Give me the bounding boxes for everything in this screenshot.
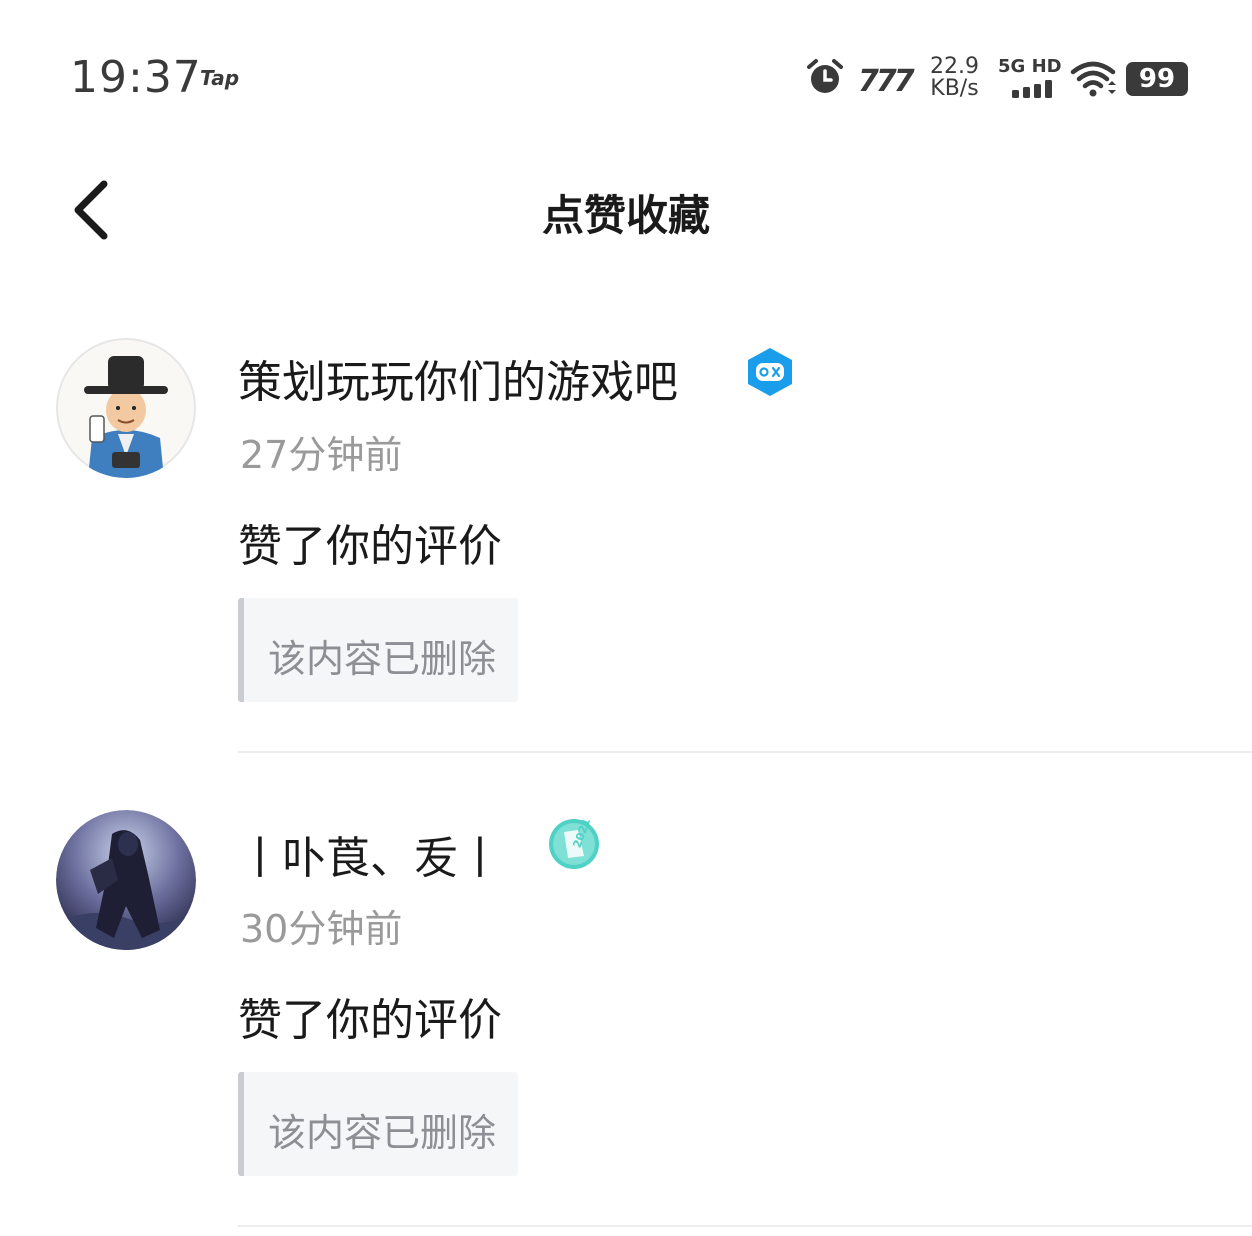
quoted-content[interactable]: 该内容已删除 — [238, 598, 518, 702]
divider — [238, 1225, 1252, 1227]
avatar[interactable] — [56, 338, 196, 478]
battery-icon: 99 — [1126, 62, 1188, 96]
carrier-logo: 777 — [858, 64, 915, 99]
tap-app-icon: Tap — [200, 66, 240, 90]
username[interactable]: 丨卟莨、叐丨 — [238, 822, 502, 886]
divider — [238, 751, 1252, 753]
status-time: 19:37 — [70, 52, 202, 103]
quoted-content-text: 该内容已删除 — [268, 637, 497, 681]
timestamp: 30分钟前 — [240, 907, 403, 951]
gamepad-badge-icon — [748, 348, 792, 396]
avatar[interactable] — [56, 810, 196, 950]
timestamp: 27分钟前 — [240, 433, 403, 477]
signal-icon — [1012, 80, 1052, 98]
username[interactable]: 策划玩玩你们的游戏吧 — [238, 346, 678, 410]
net-speed-unit: KB/s — [930, 76, 979, 101]
net-speed-value: 22.9 — [930, 54, 979, 79]
alarm-icon — [807, 59, 843, 93]
action-text: 赞了你的评价 — [238, 995, 502, 1046]
net-speed: 22.9 KB/s — [930, 56, 979, 100]
wifi-icon — [1070, 61, 1116, 97]
action-text: 赞了你的评价 — [238, 521, 502, 572]
quoted-content-text: 该内容已删除 — [268, 1111, 497, 1155]
avatar-illustration — [56, 810, 196, 950]
page-title: 点赞收藏 — [541, 191, 710, 240]
avatar-illustration — [56, 338, 196, 478]
2021-badge-icon: 2021 — [549, 818, 599, 869]
quoted-content[interactable]: 该内容已删除 — [238, 1072, 518, 1176]
status-bar: 19:37 Tap 777 22.9 KB/s 5G HD 99 — [0, 0, 1252, 150]
network-type: 5G HD — [998, 56, 1062, 77]
